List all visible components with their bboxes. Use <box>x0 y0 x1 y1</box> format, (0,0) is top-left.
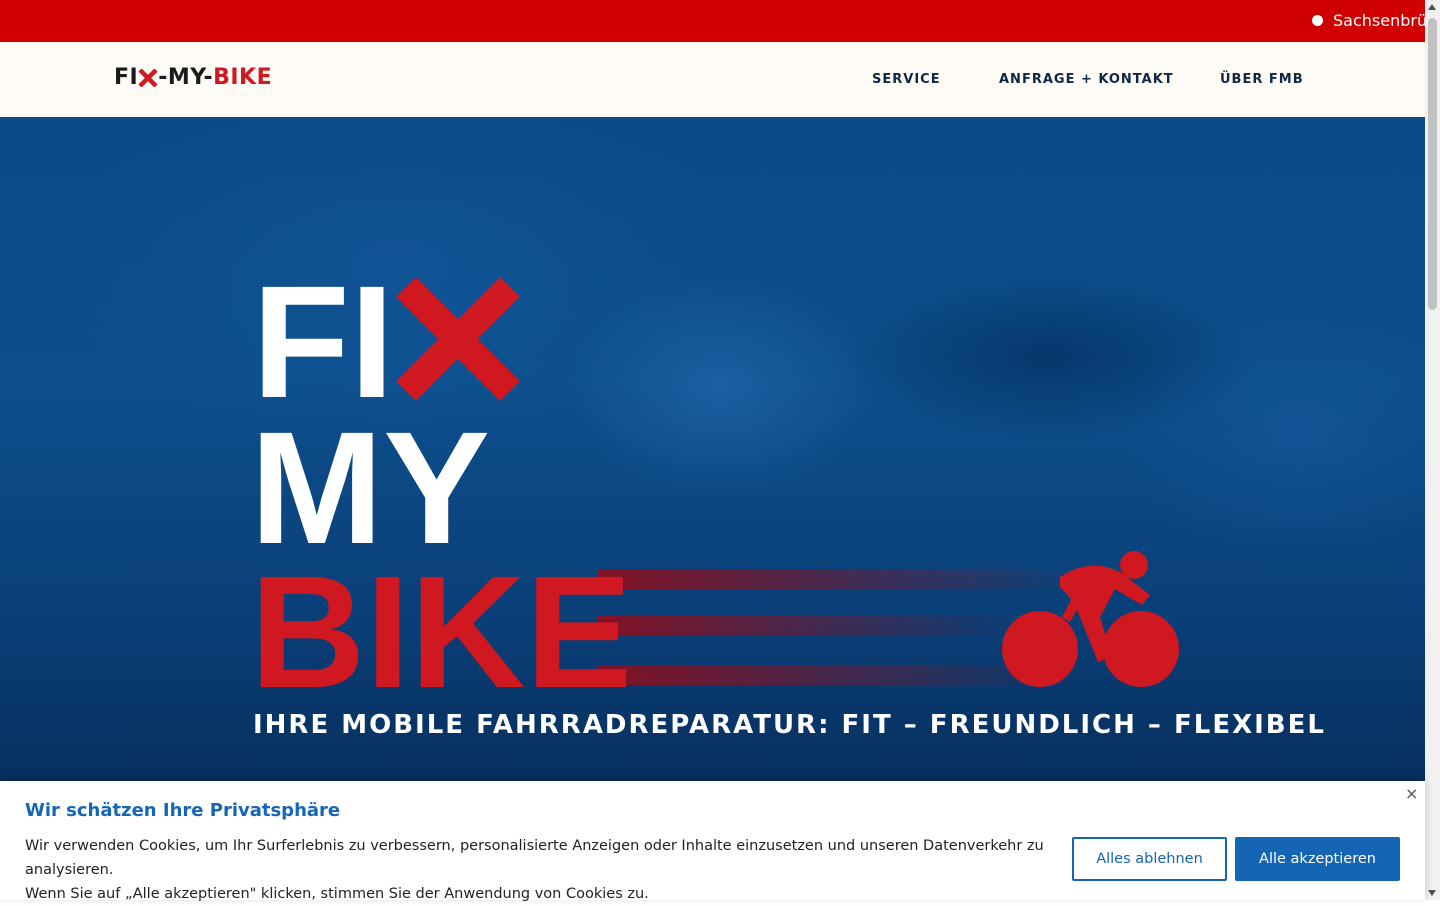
scroll-up-icon[interactable] <box>1428 4 1436 10</box>
top-bar: Sachsenbrü <box>0 0 1427 42</box>
x-mark-icon <box>138 68 158 87</box>
logo-part2: -MY- <box>158 65 214 90</box>
logo-part1: FI <box>114 65 139 90</box>
hero-graphic: FI MY BIKE <box>250 252 1179 721</box>
cookie-banner: × Wir schätzen Ihre Privatsphäre Wir ver… <box>0 781 1425 902</box>
site-logo[interactable]: FI -MY- BIKE <box>114 65 272 90</box>
ticker: Sachsenbrü <box>1312 11 1427 30</box>
cookie-text: Wir verwenden Cookies, um Ihr Surferlebn… <box>25 834 1045 906</box>
hero-banner: FI MY BIKE IHRE MOBILE FAHRRADREPARATUR:… <box>0 117 1425 782</box>
nav-about[interactable]: ÜBER FMB <box>1220 72 1304 87</box>
logo-part3: BIKE <box>213 65 273 90</box>
hero-logo-line3: BIKE <box>250 542 632 721</box>
hero-tagline: IHRE MOBILE FAHRRADREPARATUR: FIT – FREU… <box>253 710 1326 740</box>
speed-stripe <box>597 569 1077 589</box>
site-header: FI -MY- BIKE SERVICE ANFRAGE + KONTAKT Ü… <box>0 42 1425 118</box>
speed-stripe <box>597 615 1017 635</box>
scroll-down-icon[interactable] <box>1428 890 1436 896</box>
nav-service[interactable]: SERVICE <box>872 72 941 87</box>
nav-contact[interactable]: ANFRAGE + KONTAKT <box>999 72 1174 87</box>
cookie-title: Wir schätzen Ihre Privatsphäre <box>25 800 341 821</box>
close-icon[interactable]: × <box>1405 784 1418 803</box>
scroll-thumb[interactable] <box>1428 18 1437 310</box>
reject-cookies-button[interactable]: Alles ablehnen <box>1072 837 1227 881</box>
ticker-dot-icon <box>1312 15 1323 26</box>
cookie-text-line1: Wir verwenden Cookies, um Ihr Surferlebn… <box>25 838 1044 878</box>
ticker-text: Sachsenbrü <box>1333 11 1428 30</box>
hero-x-mark-icon <box>396 277 520 401</box>
accept-cookies-button[interactable]: Alle akzeptieren <box>1235 837 1400 881</box>
speed-stripe <box>597 665 1057 685</box>
page-scrollbar[interactable] <box>1425 0 1440 900</box>
